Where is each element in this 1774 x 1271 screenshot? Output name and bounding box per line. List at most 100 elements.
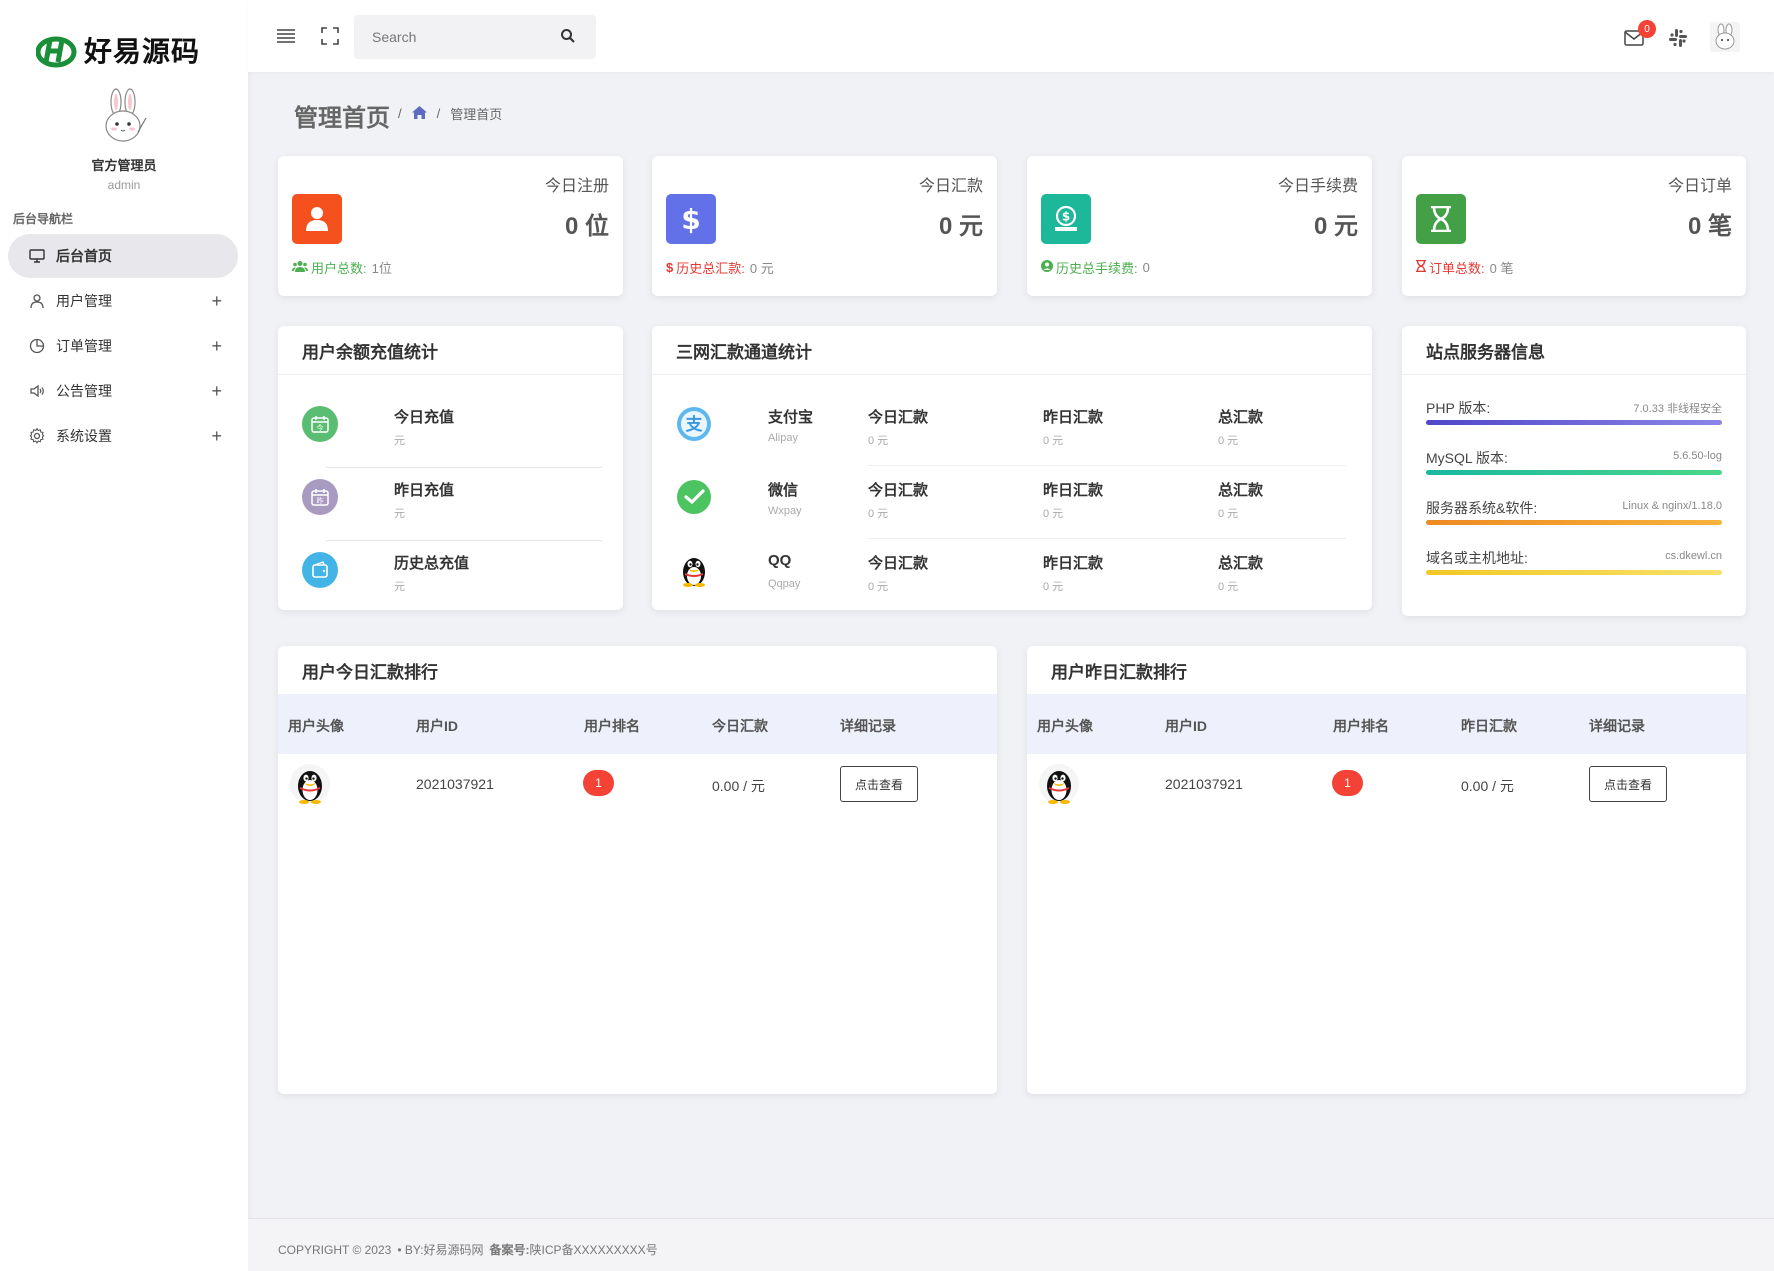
channel-stats-panel: 三网汇款通道统计 支 支付宝 Alipay 今日汇款 0 元 昨日汇款 0 元 … [652, 326, 1372, 610]
channel-yesterday-label: 昨日汇款 [1043, 409, 1104, 426]
profile-role: admin [107, 178, 141, 192]
stat-footer: $ 历史总汇款: 0 元 [666, 258, 774, 277]
channel-name: 支付宝 [768, 409, 814, 426]
recharge-row-yesterday: 昨 昨日充值 元 [302, 467, 602, 541]
qq-avatar-icon [1039, 764, 1079, 804]
slack-icon[interactable] [1668, 28, 1688, 48]
channel-total-value: 0 元 [1218, 508, 1239, 520]
sidebar-item-settings[interactable]: 系统设置 + [8, 414, 238, 458]
column-header: 用户排名 [584, 718, 640, 734]
server-row-os: 服务器系统&软件: Linux & nginx/1.18.0 [1426, 498, 1722, 548]
stat-footer-label: 历史总手续费: [1056, 261, 1138, 276]
menu-toggle-icon[interactable] [276, 26, 296, 46]
divider [1402, 374, 1746, 375]
server-bar [1426, 570, 1722, 575]
plus-icon[interactable]: + [211, 381, 222, 402]
plus-icon[interactable]: + [211, 336, 222, 357]
search-icon[interactable] [560, 28, 578, 46]
icp-label: 备案号: [489, 1243, 530, 1257]
brand-logo[interactable]: 好易源码 [36, 30, 200, 70]
panel-title: 三网汇款通道统计 [676, 343, 812, 362]
column-header: 用户ID [416, 718, 458, 734]
channel-name: QQ [768, 552, 792, 569]
channel-total-label: 总汇款 [1218, 482, 1264, 499]
rank-yesterday-panel: 用户昨日汇款排行 用户头像 用户ID 用户排名 昨日汇款 详细记录 202103… [1027, 646, 1746, 1094]
calendar-icon: 昨 [302, 479, 338, 515]
sidebar-item-label: 系统设置 [56, 428, 112, 444]
channel-total-label: 总汇款 [1218, 409, 1264, 426]
plus-icon[interactable]: + [211, 291, 222, 312]
stat-card-fees: 今日手续费 0 元 $ 历史总手续费: 0 [1027, 156, 1372, 296]
sidebar-item-dashboard[interactable]: 后台首页 [8, 234, 238, 278]
rabbit-avatar-icon[interactable] [96, 88, 152, 148]
view-details-button[interactable]: 点击查看 [840, 766, 918, 802]
rank-today-panel: 用户今日汇款排行 用户头像 用户ID 用户排名 今日汇款 详细记录 202103… [278, 646, 997, 1094]
channel-name: 微信 [768, 482, 799, 499]
svg-text:昨: 昨 [317, 496, 324, 505]
logo-mark-icon [36, 36, 77, 68]
server-label: 服务器系统&软件: [1426, 500, 1538, 516]
stat-footer-label: 历史总汇款: [676, 261, 745, 276]
page-title: 管理首页 [294, 105, 390, 132]
recharge-label: 昨日充值 [394, 482, 455, 499]
channel-today-label: 今日汇款 [868, 409, 929, 426]
footer-by-link[interactable]: • BY:好易源码网 [397, 1241, 483, 1258]
view-details-button[interactable]: 点击查看 [1589, 766, 1667, 802]
channel-yesterday-value: 0 元 [1043, 435, 1064, 447]
plus-icon[interactable]: + [211, 426, 222, 447]
profile-name: 官方管理员 [91, 158, 157, 173]
topbar: 0 [248, 0, 1774, 72]
home-icon[interactable] [411, 105, 427, 122]
server-label: PHP 版本: [1426, 400, 1491, 416]
stat-footer-label: 用户总数: [311, 261, 367, 276]
stat-title: 今日订单 [1667, 178, 1732, 195]
dollar-icon: $ [666, 194, 716, 244]
divider [868, 538, 1346, 539]
server-label: MySQL 版本: [1426, 450, 1508, 466]
panel-title: 用户今日汇款排行 [302, 663, 438, 682]
channel-yesterday-label: 昨日汇款 [1043, 482, 1104, 499]
recharge-unit: 元 [394, 508, 405, 520]
recharge-row-today: 今 今日充值 元 [302, 394, 602, 468]
divider [652, 374, 1372, 375]
channel-total-label: 总汇款 [1218, 555, 1264, 572]
stat-card-registrations: 今日注册 0 位 用户总数: 1位 [278, 156, 623, 296]
sidebar-item-users[interactable]: 用户管理 + [8, 279, 238, 323]
stat-title: 今日汇款 [918, 178, 983, 195]
sidebar-item-orders[interactable]: 订单管理 + [8, 324, 238, 368]
recharge-unit: 元 [394, 435, 405, 447]
table-header: 用户头像 用户ID 用户排名 昨日汇款 详细记录 [1027, 694, 1746, 754]
user-icon [292, 194, 342, 244]
stat-footer: 订单总数: 0 笔 [1416, 258, 1513, 277]
divider [278, 374, 623, 375]
copyright: COPYRIGHT © 2023 [278, 1242, 392, 1257]
gear-icon [28, 427, 46, 445]
user-id: 2021037921 [416, 776, 494, 792]
icp-link[interactable]: 陕ICP备XXXXXXXXX号 [530, 1241, 658, 1258]
server-info-panel: 站点服务器信息 PHP 版本: 7.0.33 非线程安全 MySQL 版本: 5… [1402, 326, 1746, 616]
user-icon [28, 292, 46, 310]
channel-code: Qqpay [768, 578, 801, 590]
nav-heading: 后台导航栏 [13, 212, 74, 226]
user-circle-icon [1041, 260, 1053, 275]
users-group-icon [292, 260, 308, 275]
breadcrumb-separator: / [436, 106, 441, 121]
channel-total-value: 0 元 [1218, 435, 1239, 447]
column-header: 详细记录 [840, 718, 896, 734]
svg-text:$: $ [1062, 210, 1070, 224]
user-avatar-icon[interactable] [1710, 22, 1740, 52]
channel-code: Alipay [768, 432, 798, 444]
column-header: 用户头像 [288, 718, 344, 734]
rank-badge: 1 [1332, 770, 1363, 796]
stat-title: 今日手续费 [1277, 178, 1358, 195]
fullscreen-icon[interactable] [320, 26, 340, 46]
sidebar-item-announcements[interactable]: 公告管理 + [8, 369, 238, 413]
svg-text:今: 今 [317, 423, 324, 432]
column-header: 用户头像 [1037, 718, 1093, 734]
stat-footer-value: 0 [1142, 260, 1150, 275]
server-value: Linux & nginx/1.18.0 [1622, 500, 1722, 512]
table-row: 2021037921 1 0.00 / 元 点击查看 [278, 754, 997, 816]
table-row: 2021037921 1 0.00 / 元 点击查看 [1027, 754, 1746, 816]
wechat-icon [676, 479, 712, 515]
stat-card-orders: 今日订单 0 笔 订单总数: 0 笔 [1402, 156, 1746, 296]
